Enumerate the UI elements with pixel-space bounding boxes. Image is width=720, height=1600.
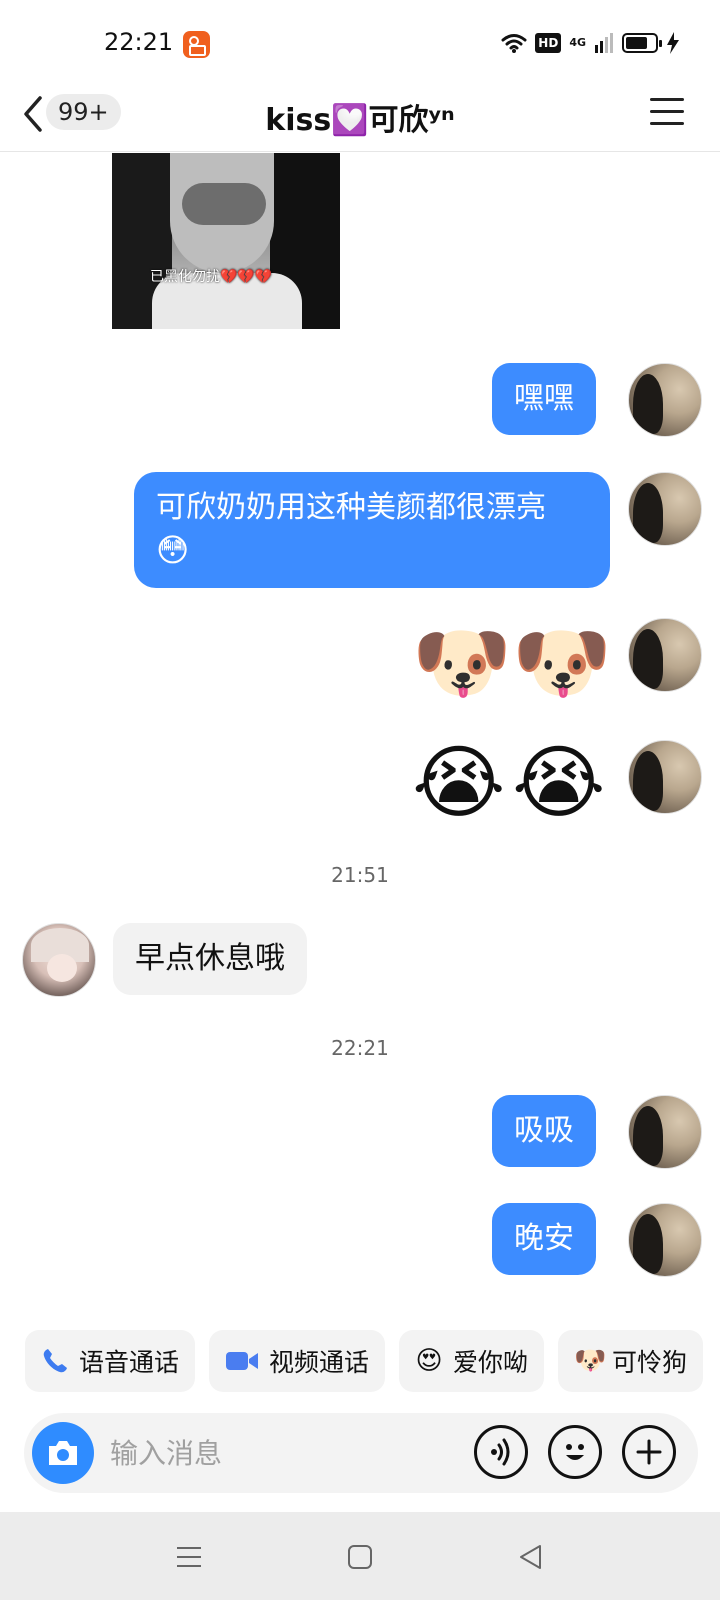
- love-you-chip[interactable]: 😍 爱你呦: [399, 1330, 545, 1392]
- crying-sticker[interactable]: 😭: [512, 737, 605, 829]
- camera-icon[interactable]: [32, 1422, 94, 1484]
- timestamp-separator: 22:21: [331, 1036, 389, 1060]
- dog-emoji-icon: 🐶: [574, 1346, 607, 1376]
- message-input-bar: [24, 1413, 698, 1493]
- chat-header: 99+ kiss💟可欣ʸⁿ: [0, 78, 720, 152]
- avatar-me[interactable]: [628, 1203, 702, 1277]
- sticker-row-doge[interactable]: 🐶 🐶: [412, 617, 612, 709]
- network-badge: 4G: [569, 36, 586, 49]
- status-time: 22:21: [104, 28, 174, 56]
- heart-eyes-emoji-icon: 😍: [415, 1346, 443, 1376]
- voice-call-chip[interactable]: 语音通话: [25, 1330, 196, 1392]
- voice-call-label: 语音通话: [79, 1348, 180, 1377]
- avatar-contact[interactable]: [22, 923, 96, 997]
- voice-input-icon[interactable]: [474, 1425, 528, 1479]
- doge-sticker[interactable]: 🐶: [412, 617, 512, 709]
- timestamp-separator: 21:51: [331, 863, 389, 887]
- pitiful-dog-label: 可怜狗: [612, 1348, 688, 1377]
- avatar-me[interactable]: [628, 472, 702, 546]
- avatar-me[interactable]: [628, 740, 702, 814]
- battery-level: [626, 37, 647, 49]
- doge-sticker[interactable]: 🐶: [512, 617, 612, 709]
- status-icons: HD 4G: [501, 32, 680, 54]
- home-icon[interactable]: [345, 1542, 375, 1572]
- avatar-me[interactable]: [628, 618, 702, 692]
- message-bubble-outgoing[interactable]: 可欣奶奶用这种美颜都很漂亮 😳: [134, 472, 610, 588]
- wifi-icon: [501, 34, 527, 53]
- status-bar: 22:21 HD 4G: [0, 0, 720, 90]
- message-bubble-incoming[interactable]: 早点休息哦: [113, 923, 307, 995]
- chat-title: kiss💟可欣ʸⁿ: [265, 103, 455, 138]
- sticker-row-cry[interactable]: 😭 😭: [412, 737, 605, 829]
- pitiful-dog-chip[interactable]: 🐶 可怜狗: [558, 1330, 704, 1392]
- message-bubble-outgoing[interactable]: 嘿嘿: [492, 363, 596, 435]
- notification-app-icon: [183, 31, 210, 58]
- system-nav-bar: [0, 1512, 720, 1600]
- crying-sticker[interactable]: 😭: [412, 737, 505, 829]
- video-call-label: 视频通话: [269, 1348, 370, 1377]
- back-nav-icon[interactable]: [516, 1542, 546, 1572]
- video-call-chip[interactable]: 视频通话: [209, 1330, 386, 1392]
- quick-actions-row: 语音通话 视频通话 😍 爱你呦 🐶 可怜狗: [25, 1330, 704, 1392]
- signal-icon: [595, 33, 613, 53]
- hd-badge: HD: [535, 33, 562, 53]
- plus-icon[interactable]: [622, 1425, 676, 1479]
- charging-icon: [667, 32, 679, 54]
- avatar-me[interactable]: [628, 1095, 702, 1169]
- love-you-label: 爱你呦: [453, 1348, 529, 1377]
- message-input[interactable]: [110, 1431, 440, 1475]
- video-camera-icon: [225, 1347, 259, 1375]
- received-photo[interactable]: 已黑化勿扰💔💔💔: [112, 153, 340, 329]
- phone-icon: [41, 1347, 69, 1375]
- battery-icon: [622, 33, 662, 53]
- photo-caption: 已黑化勿扰💔💔💔: [150, 269, 273, 285]
- hamburger-menu-icon[interactable]: [650, 98, 684, 126]
- avatar-me[interactable]: [628, 363, 702, 437]
- emoji-icon[interactable]: [548, 1425, 602, 1479]
- message-bubble-outgoing[interactable]: 吸吸: [492, 1095, 596, 1167]
- recent-apps-icon[interactable]: [174, 1542, 204, 1572]
- message-bubble-outgoing[interactable]: 晚安: [492, 1203, 596, 1275]
